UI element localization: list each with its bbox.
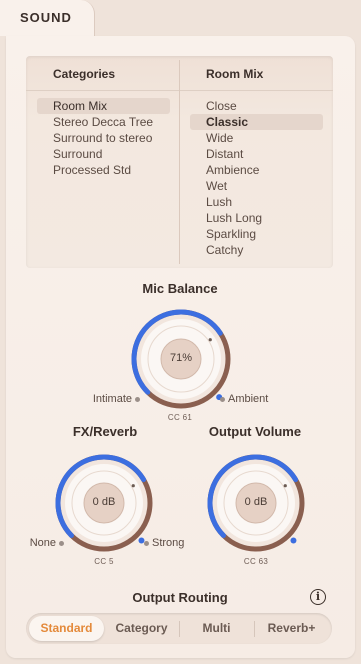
fx-reverb-left-label: None [29,537,56,549]
roommix-item[interactable]: Distant [190,146,323,162]
roommix-item[interactable]: Wet [190,178,323,194]
roommix-item[interactable]: Lush [190,194,323,210]
fx-reverb-max-dot [144,541,149,546]
roommix-item[interactable]: Catchy [190,242,323,258]
mic-balance-knob-indicator [208,338,212,342]
output-volume-title: Output Volume [208,424,302,439]
fx-reverb-title: FX/Reverb [72,424,138,439]
mic-balance-max-dot [220,397,225,402]
fx-reverb-right-label: Strong [152,537,185,549]
mic-balance-knob-value: 71% [169,352,193,364]
roommix-item[interactable]: Classic [190,114,323,130]
mic-balance-left-label: Intimate [92,393,132,405]
output-volume-knob[interactable]: 0 dB [204,451,308,555]
fx-reverb-knob-indicator [131,484,135,488]
mic-balance-cc: CC 61 [167,413,193,422]
roommix-item[interactable]: Wide [190,130,323,146]
output-volume-knob-indicator [283,484,287,488]
mic-balance-right-label: Ambient [228,393,269,405]
mic-balance-knob[interactable]: 71% [128,306,234,412]
fx-reverb-knob[interactable]: 0 dB [52,451,156,555]
fx-reverb-min-dot [59,541,64,546]
roommix-list: Close Classic Wide Distant Ambience Wet Lush Lu… [190,98,323,258]
category-item[interactable]: Stereo Decca Tree [37,114,170,130]
output-volume-knob-max-marker [290,537,297,544]
browser-column-divider [179,60,180,264]
output-volume-cc: CC 63 [243,557,269,566]
roommix-header: Room Mix [206,67,264,81]
categories-header: Categories [53,67,116,81]
roommix-item[interactable]: Ambience [190,162,323,178]
roommix-item[interactable]: Lush Long [190,210,323,226]
routing-separator [179,621,180,637]
routing-option-multi[interactable]: Multi [179,616,254,641]
output-routing-selector: Standard Category Multi Reverb+ [26,613,332,644]
category-item[interactable]: Room Mix [37,98,170,114]
category-item[interactable]: Surround to stereo [37,130,170,146]
routing-option-standard[interactable]: Standard [29,616,104,641]
category-item[interactable]: Surround [37,146,170,162]
preset-browser: Categories Room Mix Room Mix Stereo Decca… [26,56,333,268]
output-volume-knob-value: 0 dB [244,496,268,508]
routing-option-reverb[interactable]: Reverb+ [254,616,329,641]
category-item[interactable]: Processed Std [37,162,170,178]
fx-reverb-knob-value: 0 dB [92,496,116,508]
tab-sound[interactable]: SOUND [0,0,95,36]
info-icon[interactable]: i [310,589,326,605]
mic-balance-title: Mic Balance [142,281,218,296]
mic-balance-min-dot [135,397,140,402]
routing-separator [254,621,255,637]
fx-reverb-cc: CC 5 [94,557,114,566]
roommix-item[interactable]: Sparkling [190,226,323,242]
routing-option-category[interactable]: Category [104,616,179,641]
roommix-item[interactable]: Close [190,98,323,114]
categories-list: Room Mix Stereo Decca Tree Surround to ste… [37,98,170,178]
tab-sound-label: SOUND [20,10,72,25]
output-routing-title: Output Routing [132,590,228,605]
